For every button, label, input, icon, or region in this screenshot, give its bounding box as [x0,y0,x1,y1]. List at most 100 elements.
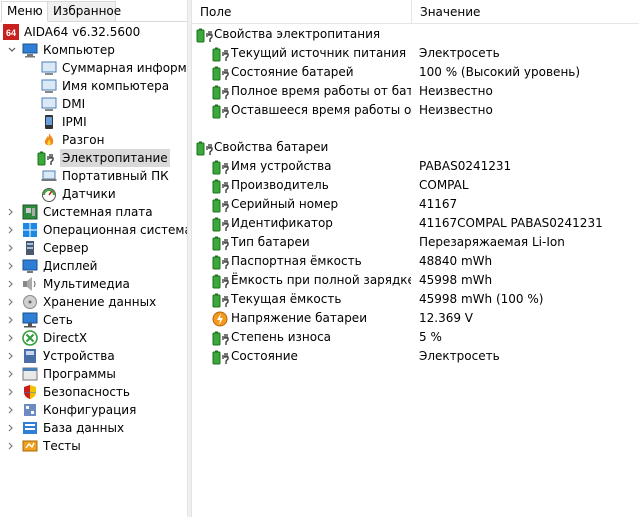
tree-item-label: Конфигурация [43,403,137,417]
field-name: Серийный номер [231,197,339,211]
table-row[interactable]: Состояние батарей 100 % (Высокий уровень… [192,63,639,82]
field-value: 45998 mWh [419,273,493,287]
battery-plug-icon [212,65,229,81]
field-name: Имя устройства [231,159,332,173]
table-row[interactable]: Тип батареи Перезаряжаемая Li-Ion [192,233,639,252]
chevron-right-icon[interactable] [6,203,16,221]
table-row[interactable]: Оставшееся время работы от ... Неизвестн… [192,101,639,120]
battery-plug-icon [37,150,54,166]
table-row[interactable]: Степень износа 5 % [192,328,639,347]
gauge-icon [41,186,57,202]
tree-item-label: Электропитание [60,149,170,167]
column-header-value[interactable]: Значение [412,0,639,24]
chevron-right-icon[interactable] [6,311,16,329]
display-icon [22,258,38,274]
battery-plug-icon [212,216,229,232]
phone-icon [41,114,57,130]
chevron-right-icon[interactable] [6,401,16,419]
tree-item-label: База данных [43,421,125,435]
field-name: Ёмкость при полной зарядке [231,273,411,287]
chevron-right-icon[interactable] [6,239,16,257]
chevron-right-icon[interactable] [6,221,16,239]
field-value: 100 % (Высокий уровень) [419,65,581,79]
network-icon [22,312,38,328]
chevron-right-icon[interactable] [6,257,16,275]
multimedia-icon [22,276,38,292]
tree-item-label: Мультимедиа [43,277,130,291]
field-value: Неизвестно [419,84,493,98]
field-name: Производитель [231,178,329,192]
chevron-right-icon[interactable] [6,347,16,365]
field-name: Паспортная ёмкость [231,254,362,268]
group-header-battery[interactable]: Свойства батареи [192,138,639,157]
tree-item-label: Системная плата [43,205,153,219]
group-title: Свойства электропитания [214,27,381,41]
field-name: Текущий источник питания [231,46,407,60]
motherboard-icon [22,204,38,220]
battery-plug-icon [212,235,229,251]
group-title: Свойства батареи [214,140,329,154]
tree-item-label: Дисплей [43,259,98,273]
table-row[interactable]: Полное время работы от бата... Неизвестн… [192,82,639,101]
battery-plug-icon [212,349,229,365]
field-value: 48840 mWh [419,254,493,268]
table-row[interactable]: Текущая ёмкость 45998 mWh (100 %) [192,290,639,309]
navigation-pane: Меню Избранное 64 AIDA64 v6.32.5600 Комп… [0,0,187,517]
chevron-right-icon[interactable] [6,293,16,311]
table-row[interactable]: Текущий источник питания Электросеть [192,44,639,63]
table-row[interactable]: Напряжение батареи 12.369 V [192,309,639,328]
battery-plug-icon [212,330,229,346]
table-row[interactable]: Ёмкость при полной зарядке 45998 mWh [192,271,639,290]
shield-icon [22,384,38,400]
tree-item-label: Имя компьютера [62,79,170,93]
chevron-right-icon[interactable] [6,329,16,347]
database-icon [22,420,38,436]
tree-item-label: Сервер [43,241,89,255]
chevron-right-icon[interactable] [6,365,16,383]
tree-item-computer-label: Компьютер [43,43,115,57]
field-name: Тип батареи [231,235,310,249]
battery-plug-icon [212,46,229,62]
tab-menu[interactable]: Меню [1,1,48,22]
chevron-right-icon[interactable] [6,419,16,437]
battery-plug-icon [212,254,229,270]
tree-item-label: Портативный ПК [62,169,169,183]
tree-item-label: Хранение данных [43,295,157,309]
field-name: Текущая ёмкость [231,292,342,306]
battery-plug-icon [212,84,229,100]
group-header-power[interactable]: Свойства электропитания [192,25,639,44]
battery-plug-icon [212,103,229,119]
devices-icon [22,348,38,364]
table-row[interactable]: Серийный номер 41167 [192,195,639,214]
battery-plug-icon [196,140,213,156]
tab-favorites[interactable]: Избранное [48,1,121,22]
table-row[interactable]: Идентификатор 41167COMPAL PABAS0241231 [192,214,639,233]
nav-tabs: Меню Избранное [0,0,187,22]
field-name: Оставшееся время работы от ... [231,103,411,117]
tree-item-label: Программы [43,367,116,381]
table-row[interactable]: Состояние Электросеть [192,347,639,366]
battery-plug-icon [212,197,229,213]
chevron-down-icon[interactable] [7,41,17,59]
tree-item-label: IPMI [62,115,87,129]
tree-item-label: Устройства [43,349,115,363]
field-value: 45998 mWh (100 %) [419,292,544,306]
tree-item-label: Тесты [43,439,81,453]
chevron-right-icon[interactable] [6,275,16,293]
details-pane: Поле Значение Свойства электропитания Те… [192,0,639,517]
column-header-field[interactable]: Поле [192,0,412,24]
battery-plug-icon [212,273,229,289]
tree-item-label: Датчики [62,187,116,201]
table-row[interactable]: Паспортная ёмкость 48840 mWh [192,252,639,271]
table-row[interactable]: Производитель COMPAL [192,176,639,195]
tree-item-label: DirectX [43,331,88,345]
table-row[interactable]: Имя устройства PABAS0241231 [192,157,639,176]
field-value: 12.369 V [419,311,474,325]
aida64-logo-text: 64 [6,28,16,38]
computer-icon [22,42,38,58]
field-name: Состояние [231,349,298,363]
chevron-right-icon[interactable] [6,383,16,401]
tree-item-label: Безопасность [43,385,130,399]
xbox-icon [22,330,38,346]
chevron-right-icon[interactable] [6,437,16,455]
